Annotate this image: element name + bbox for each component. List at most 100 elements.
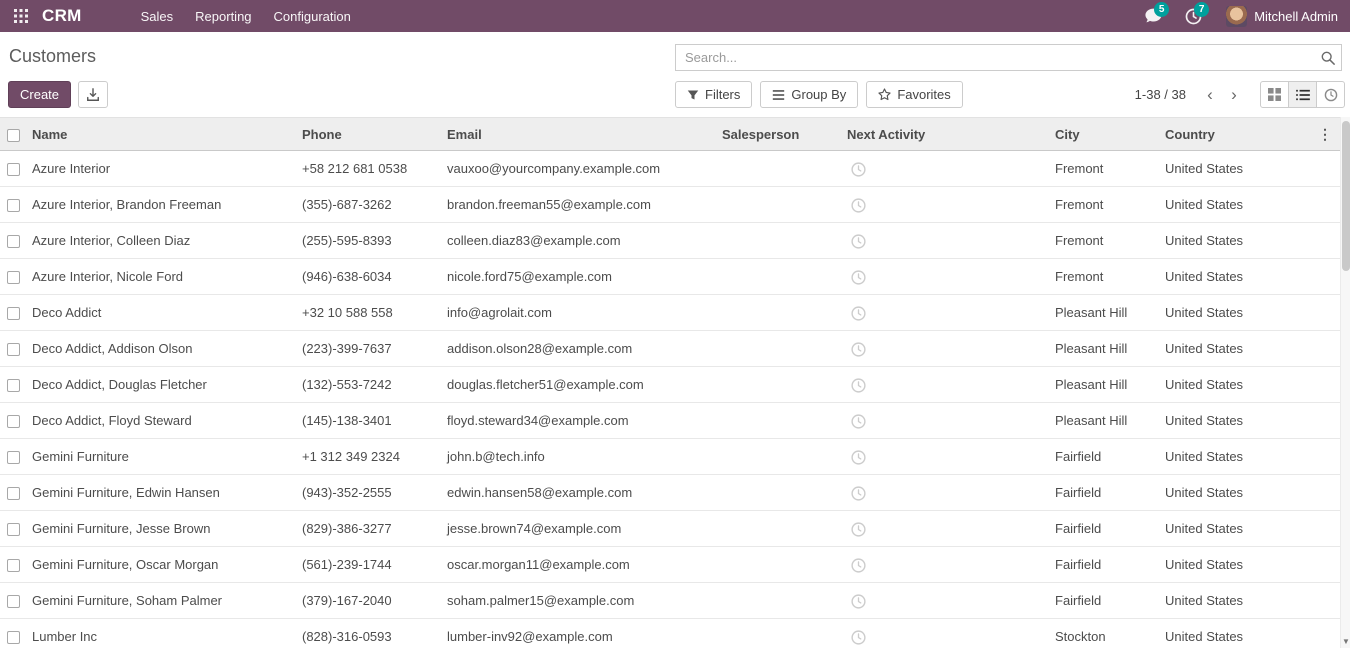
kanban-view-button[interactable] (1260, 81, 1289, 108)
cell-phone[interactable]: (943)-352-2555 (296, 475, 441, 511)
cell-salesperson[interactable] (716, 439, 841, 475)
cell-name[interactable]: Gemini Furniture, Oscar Morgan (26, 547, 296, 583)
cell-city[interactable]: Fremont (1049, 259, 1159, 295)
cell-salesperson[interactable] (716, 259, 841, 295)
cell-city[interactable]: Fremont (1049, 151, 1159, 187)
row-checkbox[interactable] (7, 163, 20, 176)
column-header-city[interactable]: City (1049, 118, 1159, 151)
table-row[interactable]: Gemini Furniture +1 312 349 2324 john.b@… (0, 439, 1340, 475)
cell-next-activity[interactable] (841, 475, 1049, 511)
cell-phone[interactable]: (255)-595-8393 (296, 223, 441, 259)
cell-email[interactable]: colleen.diaz83@example.com (441, 223, 716, 259)
filters-button[interactable]: Filters (675, 81, 752, 108)
cell-next-activity[interactable] (841, 547, 1049, 583)
row-checkbox[interactable] (7, 523, 20, 536)
next-activity-clock-icon[interactable] (851, 522, 866, 537)
cell-name[interactable]: Deco Addict, Floyd Steward (26, 403, 296, 439)
cell-next-activity[interactable] (841, 331, 1049, 367)
table-row[interactable]: Gemini Furniture, Soham Palmer (379)-167… (0, 583, 1340, 619)
column-header-salesperson[interactable]: Salesperson (716, 118, 841, 151)
scrollbar-down-arrow[interactable]: ▼ (1341, 634, 1350, 648)
row-checkbox[interactable] (7, 235, 20, 248)
cell-city[interactable]: Fairfield (1049, 583, 1159, 619)
cell-phone[interactable]: (828)-316-0593 (296, 619, 441, 648)
apps-menu-icon[interactable] (8, 3, 34, 29)
cell-name[interactable]: Gemini Furniture, Soham Palmer (26, 583, 296, 619)
messages-menu[interactable]: 5 (1136, 0, 1170, 32)
table-row[interactable]: Azure Interior, Brandon Freeman (355)-68… (0, 187, 1340, 223)
column-header-next-activity[interactable]: Next Activity (841, 118, 1049, 151)
scrollbar-thumb[interactable] (1342, 121, 1350, 271)
cell-phone[interactable]: +58 212 681 0538 (296, 151, 441, 187)
cell-city[interactable]: Fairfield (1049, 547, 1159, 583)
cell-next-activity[interactable] (841, 619, 1049, 648)
cell-email[interactable]: nicole.ford75@example.com (441, 259, 716, 295)
row-checkbox[interactable] (7, 559, 20, 572)
cell-email[interactable]: oscar.morgan11@example.com (441, 547, 716, 583)
list-view-button[interactable] (1288, 81, 1317, 108)
cell-city[interactable]: Fairfield (1049, 439, 1159, 475)
row-checkbox[interactable] (7, 271, 20, 284)
cell-name[interactable]: Deco Addict, Addison Olson (26, 331, 296, 367)
cell-name[interactable]: Deco Addict, Douglas Fletcher (26, 367, 296, 403)
cell-next-activity[interactable] (841, 151, 1049, 187)
cell-email[interactable]: jesse.brown74@example.com (441, 511, 716, 547)
cell-next-activity[interactable] (841, 259, 1049, 295)
cell-next-activity[interactable] (841, 583, 1049, 619)
table-row[interactable]: Deco Addict, Floyd Steward (145)-138-340… (0, 403, 1340, 439)
select-all-checkbox[interactable] (7, 129, 20, 142)
user-menu[interactable]: Mitchell Admin (1216, 0, 1342, 32)
vertical-scrollbar[interactable]: ▼ (1340, 117, 1350, 648)
cell-salesperson[interactable] (716, 475, 841, 511)
cell-country[interactable]: United States (1159, 403, 1270, 439)
row-checkbox[interactable] (7, 199, 20, 212)
table-row[interactable]: Gemini Furniture, Edwin Hansen (943)-352… (0, 475, 1340, 511)
next-activity-clock-icon[interactable] (851, 378, 866, 393)
cell-city[interactable]: Pleasant Hill (1049, 367, 1159, 403)
next-activity-clock-icon[interactable] (851, 270, 866, 285)
cell-email[interactable]: soham.palmer15@example.com (441, 583, 716, 619)
table-row[interactable]: Deco Addict, Douglas Fletcher (132)-553-… (0, 367, 1340, 403)
menu-sales[interactable]: Sales (130, 0, 185, 32)
cell-salesperson[interactable] (716, 511, 841, 547)
cell-email[interactable]: douglas.fletcher51@example.com (441, 367, 716, 403)
table-row[interactable]: Deco Addict, Addison Olson (223)-399-763… (0, 331, 1340, 367)
column-header-phone[interactable]: Phone (296, 118, 441, 151)
cell-salesperson[interactable] (716, 403, 841, 439)
cell-name[interactable]: Gemini Furniture, Edwin Hansen (26, 475, 296, 511)
cell-city[interactable]: Fairfield (1049, 511, 1159, 547)
cell-next-activity[interactable] (841, 187, 1049, 223)
pager-next-button[interactable]: › (1222, 81, 1246, 108)
next-activity-clock-icon[interactable] (851, 162, 866, 177)
cell-salesperson[interactable] (716, 583, 841, 619)
cell-salesperson[interactable] (716, 367, 841, 403)
table-row[interactable]: Gemini Furniture, Jesse Brown (829)-386-… (0, 511, 1340, 547)
cell-email[interactable]: brandon.freeman55@example.com (441, 187, 716, 223)
cell-phone[interactable]: (829)-386-3277 (296, 511, 441, 547)
search-input[interactable] (675, 44, 1342, 71)
next-activity-clock-icon[interactable] (851, 414, 866, 429)
next-activity-clock-icon[interactable] (851, 630, 866, 645)
cell-country[interactable]: United States (1159, 331, 1270, 367)
group-by-button[interactable]: Group By (760, 81, 858, 108)
cell-country[interactable]: United States (1159, 187, 1270, 223)
cell-salesperson[interactable] (716, 619, 841, 648)
cell-next-activity[interactable] (841, 511, 1049, 547)
cell-city[interactable]: Fremont (1049, 187, 1159, 223)
cell-next-activity[interactable] (841, 367, 1049, 403)
cell-country[interactable]: United States (1159, 619, 1270, 648)
cell-salesperson[interactable] (716, 151, 841, 187)
cell-email[interactable]: info@agrolait.com (441, 295, 716, 331)
export-button[interactable] (78, 81, 108, 108)
cell-phone[interactable]: (132)-553-7242 (296, 367, 441, 403)
table-row[interactable]: Gemini Furniture, Oscar Morgan (561)-239… (0, 547, 1340, 583)
cell-country[interactable]: United States (1159, 439, 1270, 475)
cell-phone[interactable]: +1 312 349 2324 (296, 439, 441, 475)
cell-name[interactable]: Lumber Inc (26, 619, 296, 648)
next-activity-clock-icon[interactable] (851, 198, 866, 213)
cell-email[interactable]: john.b@tech.info (441, 439, 716, 475)
cell-country[interactable]: United States (1159, 475, 1270, 511)
next-activity-clock-icon[interactable] (851, 342, 866, 357)
menu-configuration[interactable]: Configuration (263, 0, 362, 32)
row-checkbox[interactable] (7, 451, 20, 464)
